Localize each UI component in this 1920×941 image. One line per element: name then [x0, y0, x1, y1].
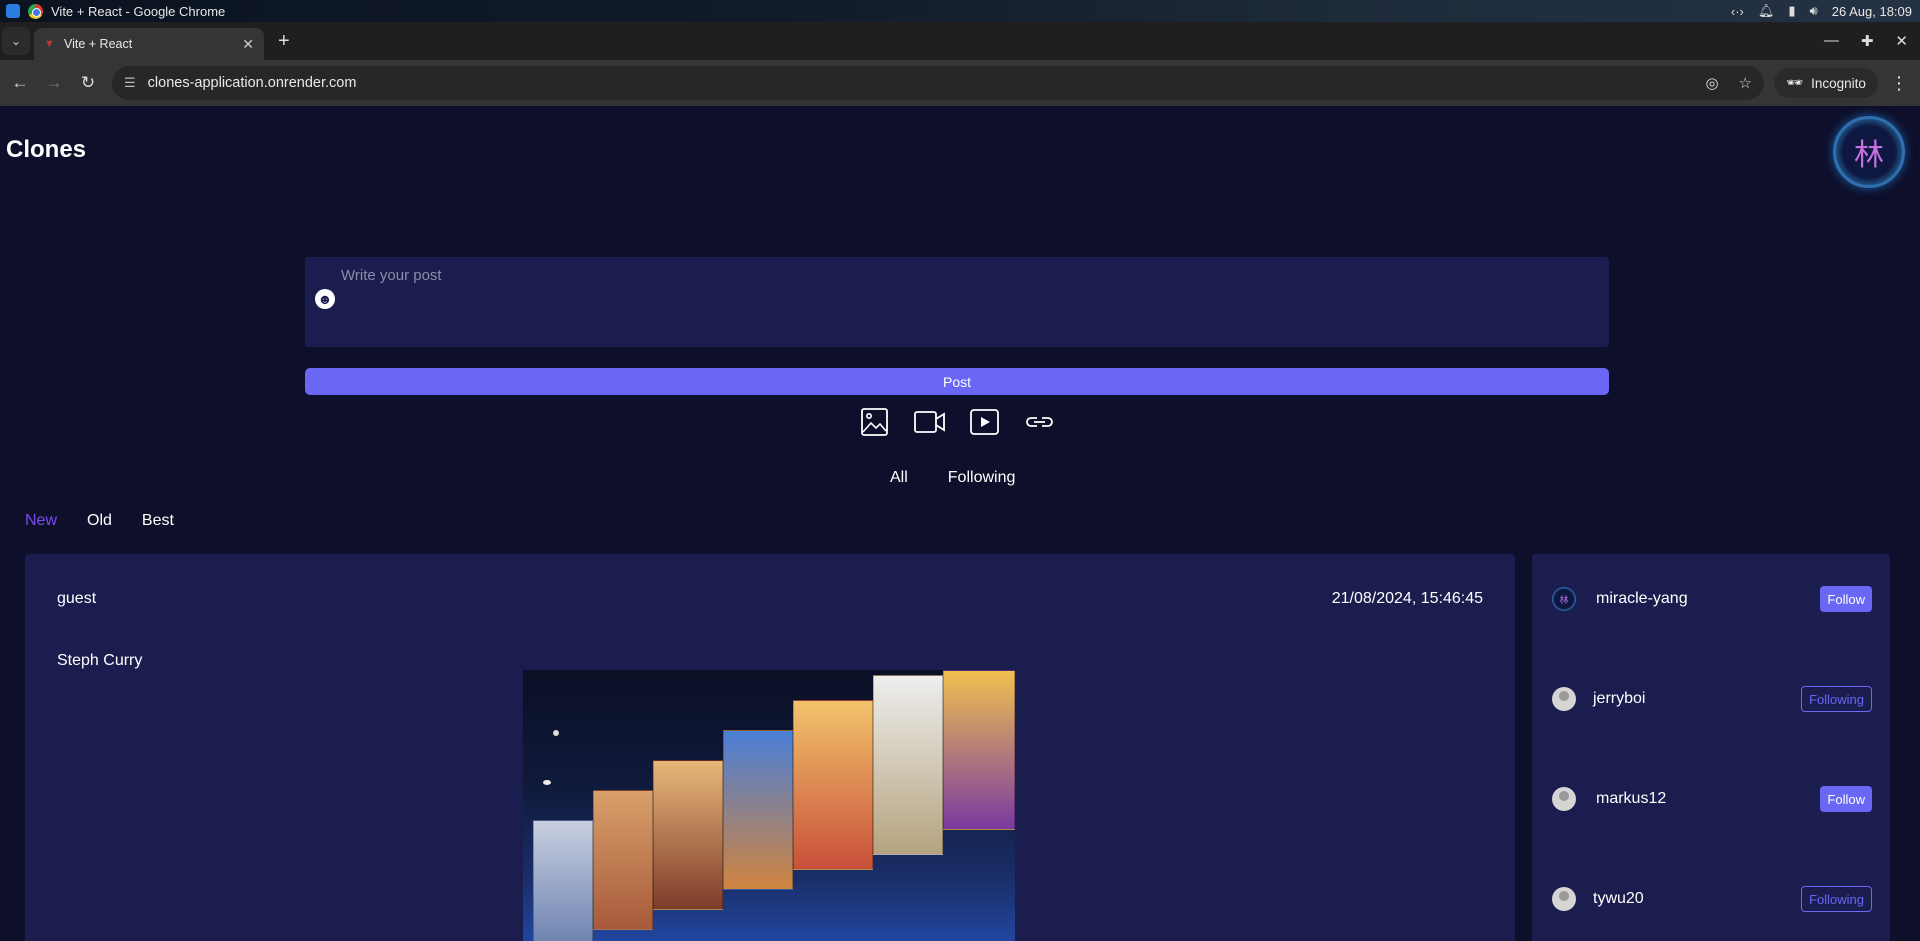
user-name[interactable]: miracle-yang — [1596, 590, 1688, 608]
battery-icon[interactable]: ▮ — [1788, 3, 1795, 19]
user-row: 林 miracle-yang Follow — [1552, 584, 1872, 614]
eye-slash-icon[interactable]: ◎ — [1705, 74, 1718, 92]
post-button[interactable]: Post — [305, 368, 1609, 395]
tab-following[interactable]: Following — [948, 469, 1016, 487]
browser-menu-icon[interactable]: ⋮ — [1890, 73, 1908, 94]
avatar[interactable] — [1552, 687, 1576, 711]
play-icon[interactable] — [968, 407, 1001, 437]
avatar[interactable]: 林 — [1552, 587, 1576, 611]
tab-all[interactable]: All — [890, 469, 908, 487]
close-window-icon[interactable]: ✕ — [1895, 32, 1908, 50]
new-tab-button[interactable]: + — [278, 30, 290, 53]
emoji-icon[interactable]: ☻ — [315, 289, 335, 309]
media-toolbar — [858, 407, 1056, 437]
user-name[interactable]: tywu20 — [1593, 890, 1644, 908]
incognito-badge[interactable]: 🕶︎ Incognito — [1774, 68, 1878, 98]
feed-tabs: All Following — [890, 469, 1015, 487]
close-tab-icon[interactable]: ✕ — [242, 36, 254, 53]
bell-icon[interactable]: 🔔︎ — [1758, 3, 1775, 19]
browser-tab[interactable]: ▼ Vite + React ✕ — [34, 28, 264, 60]
user-name[interactable]: jerryboi — [1593, 690, 1645, 708]
reload-button[interactable]: ↻ — [74, 69, 102, 97]
app-root: Clones 林 ☻ Post All Following Ne — [0, 106, 1920, 941]
address-bar[interactable]: ☰ clones-application.onrender.com ◎ ☆ — [112, 66, 1764, 100]
chrome-icon — [28, 3, 43, 19]
avatar[interactable] — [1552, 887, 1576, 911]
sort-best[interactable]: Best — [142, 512, 174, 530]
browser-toolbar: ← → ↻ ☰ clones-application.onrender.com … — [0, 60, 1920, 106]
tab-title: Vite + React — [64, 37, 133, 51]
incognito-icon: 🕶︎ — [1786, 75, 1804, 90]
tab-search-button[interactable]: ⌄ — [2, 27, 30, 55]
volume-icon[interactable]: 🔊︎ — [1810, 3, 1818, 19]
os-top-bar: Vite + React - Google Chrome ‹·› 🔔︎ ▮ 🔊︎… — [0, 0, 1920, 22]
brand-title[interactable]: Clones — [6, 136, 86, 164]
avatar[interactable] — [1552, 787, 1576, 811]
user-row: jerryboi Following — [1552, 684, 1872, 714]
network-icon[interactable]: ‹·› — [1731, 4, 1744, 19]
user-name[interactable]: markus12 — [1596, 790, 1666, 808]
forward-button[interactable]: → — [40, 69, 68, 97]
minimize-icon[interactable]: — — [1824, 32, 1839, 50]
video-icon[interactable] — [913, 407, 946, 437]
post-author[interactable]: guest — [57, 590, 96, 608]
user-row: tywu20 Following — [1552, 884, 1872, 914]
clock[interactable]: 26 Aug, 18:09 — [1832, 4, 1912, 19]
window-title: Vite + React - Google Chrome — [51, 3, 226, 19]
back-button[interactable]: ← — [6, 69, 34, 97]
site-info-icon[interactable]: ☰ — [124, 75, 136, 91]
following-button[interactable]: Following — [1801, 886, 1872, 912]
post-card: guest 21/08/2024, 15:46:45 Steph Curry — [25, 554, 1515, 941]
link-icon[interactable] — [1023, 407, 1056, 437]
post-timestamp: 21/08/2024, 15:46:45 — [1331, 590, 1483, 607]
post-video[interactable] — [523, 670, 1015, 941]
tab-strip: ⌄ ▼ Vite + React ✕ + — ✚ ✕ — [0, 22, 1920, 60]
following-button[interactable]: Following — [1801, 686, 1872, 712]
post-composer: ☻ — [305, 257, 1609, 347]
sort-tabs: New Old Best — [25, 512, 174, 530]
follow-button[interactable]: Follow — [1820, 586, 1872, 612]
post-input[interactable] — [341, 267, 1581, 337]
incognito-label: Incognito — [1811, 75, 1866, 91]
url-text: clones-application.onrender.com — [147, 75, 357, 91]
profile-avatar[interactable]: 林 — [1833, 116, 1905, 188]
image-icon[interactable] — [858, 407, 891, 437]
user-row: markus12 Follow — [1552, 784, 1872, 814]
suggested-users: 林 miracle-yang Follow jerryboi Following… — [1532, 554, 1890, 941]
post-text: Steph Curry — [57, 652, 143, 669]
os-menu-icon[interactable] — [6, 4, 20, 18]
maximize-icon[interactable]: ✚ — [1861, 32, 1874, 50]
sort-new[interactable]: New — [25, 512, 57, 530]
follow-button[interactable]: Follow — [1820, 786, 1872, 812]
vite-favicon-icon: ▼ — [44, 38, 55, 50]
sort-old[interactable]: Old — [87, 512, 112, 530]
bookmark-star-icon[interactable]: ☆ — [1739, 74, 1752, 92]
profile-glyph: 林 — [1854, 138, 1884, 173]
